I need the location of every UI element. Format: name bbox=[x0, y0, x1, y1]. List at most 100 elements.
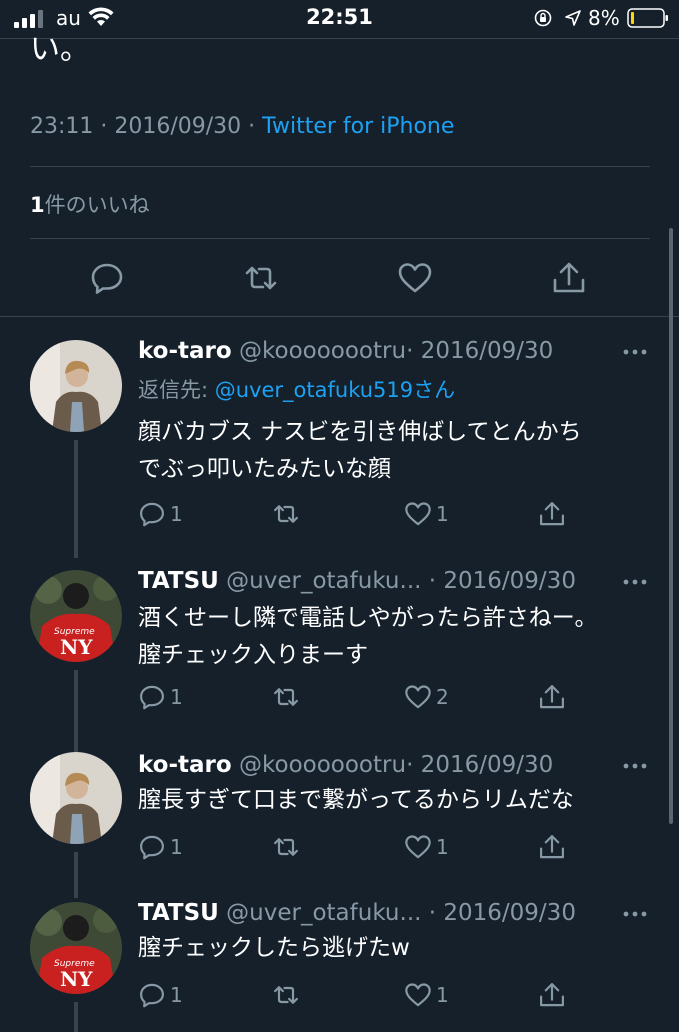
reply-tweet[interactable]: Supreme NY TATSU @uver_otafuku... · 2016… bbox=[0, 900, 679, 1032]
share-button[interactable] bbox=[538, 499, 566, 529]
reply-button[interactable]: 1 bbox=[138, 832, 183, 862]
heart-icon bbox=[398, 263, 432, 293]
display-name[interactable]: TATSU bbox=[138, 568, 219, 594]
more-options-icon[interactable] bbox=[620, 572, 650, 592]
user-handle[interactable]: @uver_otafuku... bbox=[226, 900, 421, 926]
tweet-text: 膣長すぎて口まで繋がってるからリムだな bbox=[138, 782, 574, 819]
likes-summary[interactable]: 1件のいいね bbox=[30, 189, 150, 219]
reply-tweet[interactable]: ko-taro @koooooootru· 2016/09/30 膣長すぎて口ま… bbox=[0, 752, 679, 898]
display-name[interactable]: ko-taro bbox=[138, 338, 232, 364]
heart-icon bbox=[405, 983, 431, 1007]
user-handle[interactable]: @koooooootru bbox=[239, 752, 406, 778]
tweet-timestamp: 23:11 · 2016/09/30 · bbox=[30, 114, 263, 139]
like-count: 2 bbox=[436, 685, 449, 709]
user-handle[interactable]: @uver_otafuku... bbox=[226, 568, 421, 594]
avatar[interactable]: Supreme NY bbox=[30, 570, 122, 662]
thread-line bbox=[74, 440, 78, 558]
retweet-button[interactable] bbox=[272, 980, 300, 1010]
tweet-text: 酒くせーし隣で電話しやがったら許さねー。 膣チェック入りまーす bbox=[138, 600, 598, 674]
like-count: 1 bbox=[436, 983, 449, 1007]
svg-text:NY: NY bbox=[60, 635, 93, 659]
share-icon bbox=[540, 835, 564, 859]
tweet-header: TATSU @uver_otafuku... · 2016/09/30 bbox=[138, 568, 576, 594]
share-button[interactable] bbox=[538, 832, 566, 862]
tweet-date: · 2016/09/30 bbox=[428, 900, 576, 926]
reply-prefix: 返信先: bbox=[138, 378, 215, 402]
reply-button[interactable]: 1 bbox=[138, 682, 183, 712]
reply-button[interactable]: 1 bbox=[138, 499, 183, 529]
tweet-text-line: 酒くせーし隣で電話しやがったら許さねー。 bbox=[138, 605, 598, 631]
main-like-button[interactable] bbox=[397, 260, 433, 296]
reply-count: 1 bbox=[170, 983, 183, 1007]
heart-icon bbox=[405, 835, 431, 859]
share-button[interactable] bbox=[538, 980, 566, 1010]
tweet-header: TATSU @uver_otafuku... · 2016/09/30 bbox=[138, 900, 576, 926]
retweet-button[interactable] bbox=[272, 499, 300, 529]
reply-to-link[interactable]: @uver_otafuku519さん bbox=[215, 378, 455, 402]
display-name[interactable]: TATSU bbox=[138, 900, 219, 926]
main-retweet-button[interactable] bbox=[243, 260, 279, 296]
like-button[interactable]: 1 bbox=[404, 832, 449, 862]
like-count: 1 bbox=[436, 502, 449, 526]
reply-icon bbox=[140, 502, 164, 527]
tweet-text-line: 膣チェック入りまーす bbox=[138, 642, 368, 668]
location-arrow-icon bbox=[565, 10, 581, 26]
thread-line bbox=[74, 852, 78, 898]
reply-count: 1 bbox=[170, 502, 183, 526]
replies-divider bbox=[0, 316, 679, 317]
retweet-icon bbox=[245, 266, 277, 290]
display-name[interactable]: ko-taro bbox=[138, 752, 232, 778]
like-button[interactable]: 1 bbox=[404, 499, 449, 529]
main-reply-button[interactable] bbox=[89, 260, 125, 296]
main-share-button[interactable] bbox=[551, 260, 587, 296]
tweet-text: 膣チェックしたら逃げたw bbox=[138, 930, 410, 967]
retweet-icon bbox=[274, 986, 298, 1004]
likes-count: 1 bbox=[30, 193, 45, 217]
tweet-date: · 2016/09/30 bbox=[406, 338, 554, 364]
tweet-source-link[interactable]: Twitter for iPhone bbox=[262, 114, 454, 139]
user-handle[interactable]: @koooooootru bbox=[239, 338, 406, 364]
status-bar-divider bbox=[0, 38, 679, 39]
reply-icon bbox=[140, 685, 164, 710]
heart-icon bbox=[405, 502, 431, 526]
heart-icon bbox=[405, 685, 431, 709]
reply-count: 1 bbox=[170, 835, 183, 859]
more-options-icon[interactable] bbox=[620, 342, 650, 362]
tweet-date: · 2016/09/30 bbox=[406, 752, 554, 778]
tweet-header: ko-taro @koooooootru· 2016/09/30 bbox=[138, 338, 553, 364]
like-count: 1 bbox=[436, 835, 449, 859]
retweet-icon bbox=[274, 505, 298, 523]
svg-text:NY: NY bbox=[60, 967, 93, 991]
orientation-lock-icon bbox=[534, 9, 552, 27]
tweet-text-line: でぶっ叩いたみたいな顔 bbox=[138, 456, 391, 482]
retweet-button[interactable] bbox=[272, 832, 300, 862]
tweet-header: ko-taro @koooooootru· 2016/09/30 bbox=[138, 752, 553, 778]
reply-icon bbox=[140, 835, 164, 860]
likes-divider bbox=[30, 238, 650, 239]
avatar[interactable] bbox=[30, 340, 122, 432]
like-button[interactable]: 2 bbox=[404, 682, 449, 712]
reply-tweet[interactable]: ko-taro @koooooootru· 2016/09/30 返信先: @u… bbox=[0, 338, 679, 558]
reply-count: 1 bbox=[170, 685, 183, 709]
replying-to: 返信先: @uver_otafuku519さん bbox=[138, 374, 455, 404]
tweet-actions: 1 1 bbox=[138, 499, 578, 529]
more-options-icon[interactable] bbox=[620, 904, 650, 924]
reply-icon bbox=[91, 263, 123, 294]
battery-icon bbox=[627, 8, 668, 28]
share-button[interactable] bbox=[538, 682, 566, 712]
reply-button[interactable]: 1 bbox=[138, 980, 183, 1010]
reply-icon bbox=[140, 983, 164, 1008]
more-options-icon[interactable] bbox=[620, 756, 650, 776]
avatar[interactable]: Supreme NY bbox=[30, 902, 122, 994]
tweet-text-line: 膣長すぎて口まで繋がってるからリムだな bbox=[138, 787, 574, 813]
retweet-icon bbox=[274, 838, 298, 856]
main-tweet-text: い。 bbox=[30, 32, 90, 67]
like-button[interactable]: 1 bbox=[404, 980, 449, 1010]
avatar[interactable] bbox=[30, 752, 122, 844]
retweet-button[interactable] bbox=[272, 682, 300, 712]
tweet-meta: 23:11 · 2016/09/30 · Twitter for iPhone bbox=[30, 114, 454, 139]
thread-line bbox=[74, 670, 78, 754]
reply-tweet[interactable]: Supreme NY TATSU @uver_otafuku... · 2016… bbox=[0, 568, 679, 754]
share-icon bbox=[553, 262, 585, 293]
tweet-date: · 2016/09/30 bbox=[428, 568, 576, 594]
